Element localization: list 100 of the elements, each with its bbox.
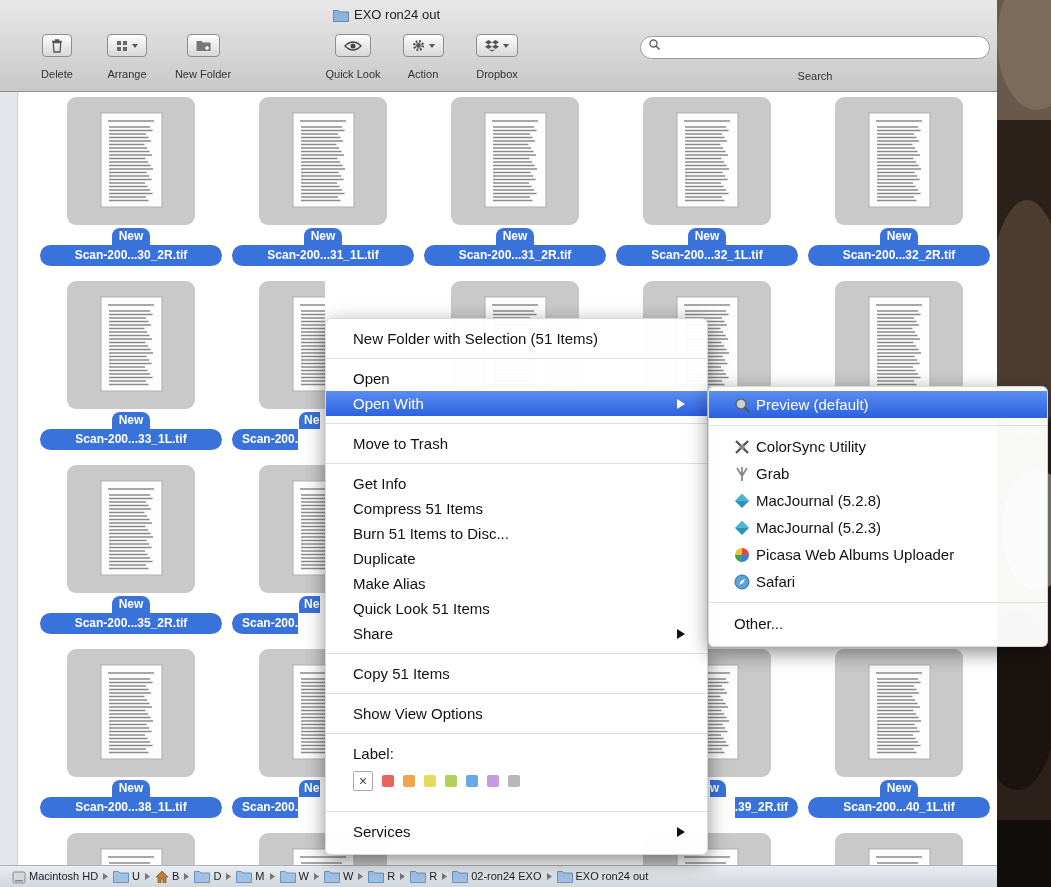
menu-item[interactable]: Services	[326, 819, 707, 844]
label-swatch[interactable]	[487, 774, 499, 787]
toolbar-label: Action	[407, 67, 439, 82]
toolbar-label: New Folder	[174, 67, 232, 82]
chevron-icon	[546, 873, 552, 880]
status-tag: Ne	[299, 596, 321, 613]
menu-item[interactable]: Safari	[709, 568, 1047, 595]
menu-item[interactable]: Grab	[709, 460, 1047, 487]
toolbar-label: Quick Look	[325, 67, 381, 82]
menu-item[interactable]: Copy 51 Items	[326, 661, 707, 686]
gear-icon	[411, 39, 425, 52]
dropbox-button[interactable]	[476, 34, 518, 57]
menu-item[interactable]: Other...	[709, 610, 1047, 637]
file-name: .39_2R.tif	[734, 797, 798, 818]
path-item[interactable]: U	[113, 868, 141, 885]
label-swatch[interactable]	[424, 774, 436, 787]
menu-item[interactable]: Get Info	[326, 471, 707, 496]
status-tag: Ne	[299, 780, 321, 797]
folder-icon	[236, 870, 253, 883]
action-button[interactable]	[402, 34, 444, 57]
path-item[interactable]: R	[368, 868, 396, 885]
clear-label-button[interactable]: ×	[353, 770, 373, 791]
label-swatch[interactable]	[382, 774, 394, 787]
new-folder-button[interactable]	[186, 34, 220, 57]
menu-item[interactable]: Quick Look 51 Items	[326, 596, 707, 621]
path-item[interactable]: W	[279, 868, 309, 885]
status-tag: New	[687, 228, 727, 245]
file-name: Scan-200...31_1L.tif	[232, 245, 414, 266]
path-item[interactable]: R	[410, 868, 438, 885]
status-tag: New	[111, 228, 151, 245]
chevron-icon	[442, 873, 448, 880]
status-tag: New	[111, 596, 151, 613]
menu-item[interactable]: Picasa Web Albums Uploader	[709, 541, 1047, 568]
menu-item[interactable]: MacJournal (5.2.8)	[709, 487, 1047, 514]
path-item[interactable]: D	[194, 868, 222, 885]
menu-item[interactable]: Make Alias	[326, 571, 707, 596]
file-name: Scan-200...31_2R.tif	[424, 245, 606, 266]
delete-button[interactable]	[42, 34, 72, 57]
path-item[interactable]: Macintosh HD	[12, 868, 99, 885]
box-icon	[485, 39, 499, 52]
file-name: Scan-200...35_2R.tif	[40, 613, 222, 634]
diamond-icon	[734, 519, 750, 536]
file-name: Scan-200...32_1L.tif	[616, 245, 798, 266]
folder-icon	[279, 870, 296, 883]
compass-icon	[734, 573, 750, 590]
folder-icon	[323, 870, 340, 883]
menu-item[interactable]: Move to Trash	[326, 431, 707, 456]
menu-item[interactable]: Share	[326, 621, 707, 646]
eye-icon	[344, 40, 362, 51]
path-item[interactable]: EXO ron24 out	[556, 868, 649, 885]
quick-look-button[interactable]	[335, 34, 371, 57]
status-tag: New	[111, 780, 151, 797]
folder-icon	[410, 870, 427, 883]
path-item[interactable]: W	[323, 868, 354, 885]
chevron-icon	[103, 873, 109, 880]
file-name: Scan-200...38_1L.tif	[40, 797, 222, 818]
caret-icon	[132, 43, 138, 48]
status-tag: New	[303, 228, 343, 245]
folder-icon	[113, 870, 130, 883]
path-item[interactable]: B	[155, 868, 180, 885]
status-tag: New	[495, 228, 535, 245]
grid-icon	[116, 39, 128, 52]
status-tag: New	[111, 412, 151, 429]
folder-icon	[368, 870, 385, 883]
toolbar-label: Dropbox	[476, 67, 518, 82]
label-swatch[interactable]	[445, 774, 457, 787]
menu-item[interactable]: Preview (default)	[709, 391, 1047, 418]
label-swatch[interactable]	[508, 774, 520, 787]
pinwheel-icon	[734, 546, 750, 563]
menu-item[interactable]: Show View Options	[326, 701, 707, 726]
chevron-icon	[145, 873, 151, 880]
menu-item[interactable]: Duplicate	[326, 546, 707, 571]
window-title: EXO ron24 out	[354, 6, 440, 25]
submenu-arrow-icon	[677, 398, 685, 409]
menu-item[interactable]: New Folder with Selection (51 Items)	[326, 326, 707, 351]
folder-icon	[333, 8, 349, 22]
home-icon	[155, 870, 170, 883]
menu-item[interactable]: Burn 51 Items to Disc...	[326, 521, 707, 546]
status-tag: w	[709, 780, 726, 797]
cross-icon	[734, 438, 750, 455]
path-item[interactable]: 02-ron24 EXO	[452, 868, 542, 885]
chevron-icon	[313, 873, 319, 880]
label-swatch[interactable]	[466, 774, 478, 787]
label-swatch[interactable]	[403, 774, 415, 787]
loupe-icon	[734, 396, 750, 413]
search-field[interactable]	[640, 35, 990, 59]
menu-item[interactable]: Compress 51 Items	[326, 496, 707, 521]
chevron-icon	[226, 873, 232, 880]
caret-icon	[503, 43, 509, 48]
chevron-icon	[184, 873, 190, 880]
diamond-icon	[734, 492, 750, 509]
caret-icon	[428, 43, 435, 48]
path-item[interactable]: M	[236, 868, 265, 885]
arrange-button[interactable]	[107, 34, 147, 57]
menu-item[interactable]: Open With	[326, 391, 707, 416]
menu-item[interactable]: ColorSync Utility	[709, 433, 1047, 460]
folder-icon	[556, 870, 573, 883]
file-name: Scan-200...32_2R.tif	[808, 245, 990, 266]
menu-item[interactable]: Open	[326, 366, 707, 391]
menu-item[interactable]: MacJournal (5.2.3)	[709, 514, 1047, 541]
